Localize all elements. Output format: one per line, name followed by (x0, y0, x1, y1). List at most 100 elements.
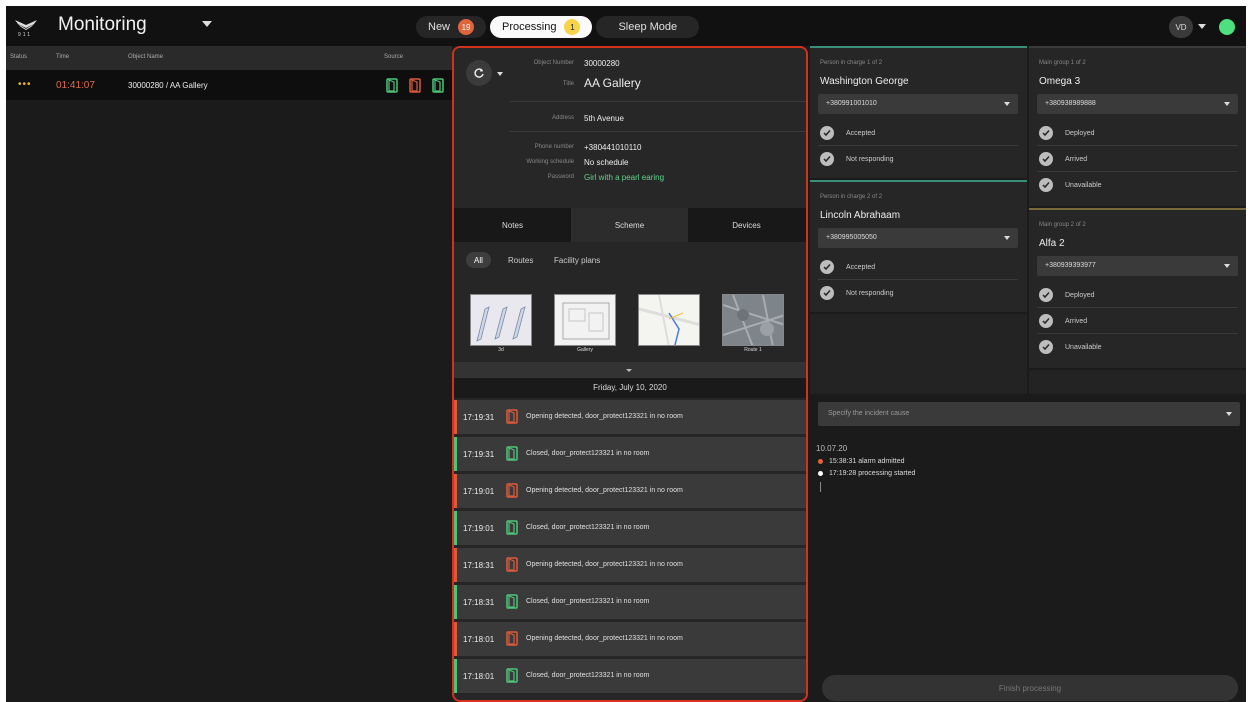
filter-all[interactable]: All (466, 252, 491, 268)
group-phone-select[interactable]: +380939393977 (1037, 256, 1238, 276)
check-icon (1039, 314, 1053, 328)
phone-number: +380995005050 (826, 234, 877, 241)
column-object-name[interactable]: Object Name (128, 54, 163, 60)
person-card-1: Person in charge 1 of 2 Washington Georg… (810, 46, 1027, 178)
door-green-icon (386, 78, 398, 93)
person-phone-select[interactable]: +380991001010 (818, 94, 1018, 114)
status-not-responding[interactable]: Not responding (820, 284, 893, 302)
expand-thumbnails-button[interactable] (454, 362, 806, 378)
event-row[interactable]: 17:19:31 Closed, door_protect123321 in no… (454, 437, 806, 471)
tab-new[interactable]: New 19 (416, 16, 487, 38)
log-entry-text: 15:38:31 alarm admitted (829, 458, 905, 465)
address-value: 5th Avenue (584, 114, 624, 123)
door-closed-icon (506, 520, 518, 535)
status-label: Deployed (1065, 129, 1095, 137)
person-phone-select[interactable]: +380995005050 (818, 228, 1018, 248)
thumbnail-label: 3d (498, 347, 504, 353)
person-card-2: Person in charge 2 of 2 Lincoln Abrahaam… (810, 180, 1027, 312)
card-accent (810, 46, 1027, 48)
event-row[interactable]: 17:18:01 Opening detected, door_protect12… (454, 622, 806, 656)
satellite-image (723, 295, 783, 345)
scheme-thumbnail-route-1[interactable] (722, 294, 784, 346)
group-name: Alfa 2 (1039, 238, 1065, 249)
door-red-icon (409, 78, 421, 93)
event-row[interactable]: 17:18:31 Opening detected, door_protect12… (454, 548, 806, 582)
person-name: Lincoln Abrahaam (820, 210, 901, 221)
address-label: Address (551, 115, 574, 121)
status-unavailable[interactable]: Unavailable (1039, 338, 1102, 356)
event-time: 17:19:31 (463, 413, 495, 422)
chevron-down-icon[interactable] (1198, 24, 1206, 29)
tab-notes[interactable]: Notes (454, 208, 571, 242)
scheme-thumbnail-gallery[interactable] (554, 294, 616, 346)
object-details-panel: Object Number 30000280 Title AA Gallery … (452, 46, 808, 702)
tab-processing-count-badge: 1 (564, 19, 581, 35)
column-status[interactable]: Status (10, 54, 27, 60)
group-card-2: Main group 2 of 2 Alfa 2 +380939393977 D… (1029, 208, 1246, 368)
log-entry: 15:38:31 alarm admitted (816, 458, 905, 465)
tab-scheme[interactable]: Scheme (571, 208, 688, 242)
thumbnail-label: Route 1 (744, 347, 762, 353)
finish-processing-button[interactable]: Finish processing (822, 675, 1238, 701)
door-open-icon (506, 631, 518, 646)
chevron-down-icon[interactable] (497, 72, 503, 76)
user-avatar[interactable]: VD (1169, 16, 1193, 38)
table-row[interactable]: ••• 01:41:07 30000280 / AA Gallery (6, 70, 452, 100)
row-object-name: 30000280 / AA Gallery (128, 81, 208, 90)
row-status: ••• (18, 79, 32, 90)
person-name: Washington George (820, 76, 909, 87)
event-row[interactable]: 17:19:01 Opening detected, door_protect12… (454, 474, 806, 508)
tab-sleep-mode[interactable]: Sleep Mode (596, 16, 700, 38)
door-open-icon (506, 557, 518, 572)
event-row[interactable]: 17:18:01 Closed, door_protect123321 in no… (454, 659, 806, 693)
refresh-icon (474, 68, 484, 78)
status-label: Deployed (1065, 291, 1095, 299)
status-deployed[interactable]: Deployed (1039, 124, 1095, 142)
divider (818, 279, 1018, 280)
chevron-down-icon[interactable] (202, 21, 212, 27)
group-phone-select[interactable]: +380938989888 (1037, 94, 1238, 114)
group-card-1: Main group 1 of 2 Omega 3 +380938989888 … (1029, 46, 1246, 206)
card-accent (1029, 208, 1246, 210)
status-accepted[interactable]: Accepted (820, 124, 875, 142)
event-row[interactable]: 17:18:31 Closed, door_protect123321 in no… (454, 585, 806, 619)
door-closed-icon (506, 668, 518, 683)
door-closed-icon (506, 446, 518, 461)
status-arrived[interactable]: Arrived (1039, 150, 1087, 168)
event-text: Opening detected, door_protect123321 in … (526, 487, 683, 494)
schedule-label: Working schedule (526, 159, 574, 165)
status-not-responding[interactable]: Not responding (820, 150, 893, 168)
scheme-thumbnail-3d[interactable] (470, 294, 532, 346)
status-unavailable[interactable]: Unavailable (1039, 176, 1102, 194)
event-row[interactable]: 17:19:31 Opening detected, door_protect12… (454, 400, 806, 434)
tab-devices[interactable]: Devices (688, 208, 805, 242)
status-accepted[interactable]: Accepted (820, 258, 875, 276)
log-dot-icon (818, 459, 823, 464)
phone-value[interactable]: +380441010110 (584, 143, 641, 152)
divider (510, 101, 806, 102)
column-source[interactable]: Source (384, 54, 403, 60)
group-card-label: Main group 2 of 2 (1039, 222, 1086, 228)
status-label: Unavailable (1065, 343, 1102, 351)
check-icon (820, 260, 834, 274)
status-deployed[interactable]: Deployed (1039, 286, 1095, 304)
divider (1037, 145, 1238, 146)
password-label: Password (547, 174, 574, 180)
check-icon (820, 152, 834, 166)
door-open-icon (506, 483, 518, 498)
status-arrived[interactable]: Arrived (1039, 312, 1087, 330)
tab-processing[interactable]: Processing 1 (490, 16, 593, 38)
queue-tabs: New 19 Processing 1 Sleep Mode (416, 16, 703, 38)
app-logo: 911 (12, 12, 40, 40)
column-time[interactable]: Time (56, 54, 69, 60)
app-title[interactable]: Monitoring (58, 14, 147, 36)
scheme-thumbnail-map[interactable] (638, 294, 700, 346)
filter-facility-plans[interactable]: Facility plans (546, 252, 608, 268)
event-row[interactable]: 17:19:01 Closed, door_protect123321 in no… (454, 511, 806, 545)
chevron-down-icon (1224, 264, 1230, 268)
incident-cause-placeholder: Specify the incident cause (828, 410, 910, 417)
filter-routes[interactable]: Routes (500, 252, 541, 268)
incident-cause-select[interactable]: Specify the incident cause (818, 402, 1240, 426)
password-value: Girl with a pearl earing (584, 173, 665, 182)
event-text: Closed, door_protect123321 in no room (526, 672, 650, 679)
